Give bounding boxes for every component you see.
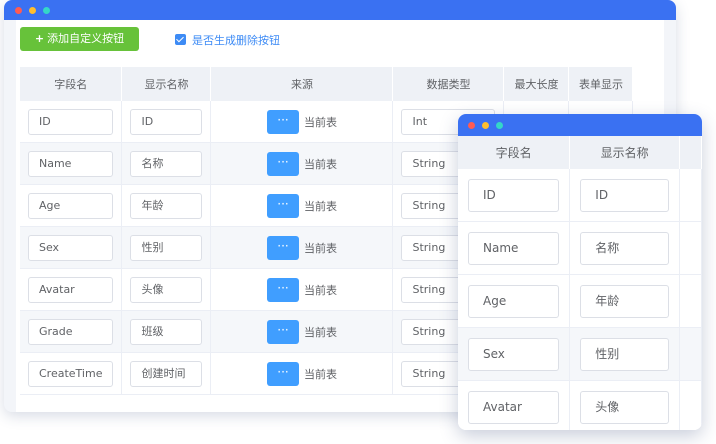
field-name-input[interactable]: Sex bbox=[28, 234, 114, 261]
data-type-value: String bbox=[412, 282, 446, 296]
field-name-input[interactable]: ID bbox=[28, 108, 114, 135]
plus-icon: + bbox=[34, 32, 45, 45]
source-text: 当前表 bbox=[303, 157, 337, 171]
field-name-input[interactable]: ID bbox=[468, 178, 560, 212]
table-row: Name 名称 bbox=[458, 221, 702, 275]
data-type-value: String bbox=[412, 240, 446, 254]
add-custom-button[interactable]: + 添加自定义按钮 bbox=[20, 27, 139, 51]
table-row: ID ID bbox=[458, 169, 702, 222]
column-header-field-name: 字段名 bbox=[20, 67, 123, 101]
field-name-input[interactable]: Name bbox=[468, 231, 560, 265]
field-name-input[interactable]: Avatar bbox=[28, 276, 114, 303]
display-name-input[interactable]: 创建时间 bbox=[130, 360, 203, 387]
source-text: 当前表 bbox=[303, 241, 337, 255]
display-name-input[interactable]: 头像 bbox=[580, 390, 669, 424]
column-header-empty bbox=[679, 136, 702, 169]
column-header-source: 来源 bbox=[210, 67, 394, 101]
table-header-row: 字段名 显示名称 bbox=[458, 136, 702, 169]
column-header-max-length: 最大长度 bbox=[503, 67, 570, 101]
display-name-input[interactable]: 班级 bbox=[130, 318, 203, 345]
maximize-window-dot[interactable] bbox=[43, 7, 50, 14]
data-type-value: String bbox=[412, 366, 446, 380]
display-name-input[interactable]: 年龄 bbox=[580, 284, 669, 318]
display-name-input[interactable]: ID bbox=[130, 108, 203, 135]
field-name-input[interactable]: Age bbox=[28, 192, 114, 219]
field-name-input[interactable]: Age bbox=[468, 284, 560, 318]
display-name-input[interactable]: 头像 bbox=[130, 276, 203, 303]
data-type-value: String bbox=[412, 156, 446, 170]
minimize-window-dot[interactable] bbox=[29, 7, 36, 14]
data-type-value: String bbox=[412, 198, 446, 212]
table-row: Avatar 头像 bbox=[458, 380, 702, 430]
source-text: 当前表 bbox=[303, 115, 337, 129]
minimize-window-dot[interactable] bbox=[482, 122, 489, 129]
field-name-input[interactable]: Sex bbox=[468, 337, 560, 371]
source-more-button[interactable]: ··· bbox=[266, 109, 299, 134]
field-name-input[interactable]: Avatar bbox=[468, 390, 560, 424]
column-header-display-name: 显示名称 bbox=[569, 136, 680, 169]
maximize-window-dot[interactable] bbox=[496, 122, 503, 129]
table-row: Age 年龄 bbox=[458, 274, 702, 328]
field-name-input[interactable]: CreateTime bbox=[28, 360, 114, 387]
zoom-panel-window: 字段名 显示名称 ID ID Name 名称 Age 年龄 Sex 性别 Ava… bbox=[458, 114, 702, 430]
close-window-dot[interactable] bbox=[15, 7, 22, 14]
source-more-button[interactable]: ··· bbox=[266, 277, 299, 302]
generate-delete-label[interactable]: 是否生成删除按钮 bbox=[192, 32, 280, 48]
source-more-button[interactable]: ··· bbox=[266, 151, 299, 176]
source-text: 当前表 bbox=[303, 325, 337, 339]
source-text: 当前表 bbox=[303, 199, 337, 213]
data-type-value: Int bbox=[412, 114, 428, 128]
display-name-input[interactable]: ID bbox=[580, 178, 669, 212]
table-header-row: 字段名 显示名称 来源 数据类型 最大长度 表单显示 bbox=[20, 67, 634, 101]
source-more-button[interactable]: ··· bbox=[266, 319, 299, 344]
column-header-field-name: 字段名 bbox=[458, 136, 571, 169]
source-more-button[interactable]: ··· bbox=[266, 235, 299, 260]
table-row: Sex 性别 bbox=[458, 327, 702, 381]
display-name-input[interactable]: 名称 bbox=[580, 231, 669, 265]
data-type-value: String bbox=[412, 324, 446, 338]
display-name-input[interactable]: 年龄 bbox=[130, 192, 203, 219]
column-header-data-type: 数据类型 bbox=[392, 67, 505, 101]
source-more-button[interactable]: ··· bbox=[266, 193, 299, 218]
zoom-field-table: 字段名 显示名称 ID ID Name 名称 Age 年龄 Sex 性别 Ava… bbox=[458, 136, 702, 430]
close-window-dot[interactable] bbox=[468, 122, 475, 129]
display-name-input[interactable]: 名称 bbox=[130, 150, 203, 177]
column-header-form-display: 表单显示 bbox=[568, 67, 634, 101]
field-name-input[interactable]: Name bbox=[28, 150, 114, 177]
add-custom-button-label: 添加自定义按钮 bbox=[47, 32, 125, 45]
field-name-input[interactable]: Grade bbox=[28, 318, 114, 345]
window-titlebar bbox=[4, 0, 676, 20]
display-name-input[interactable]: 性别 bbox=[130, 234, 203, 261]
display-name-input[interactable]: 性别 bbox=[580, 337, 669, 371]
zoom-panel-titlebar bbox=[458, 114, 702, 136]
source-text: 当前表 bbox=[303, 367, 337, 381]
source-text: 当前表 bbox=[303, 283, 337, 297]
column-header-display-name: 显示名称 bbox=[121, 67, 212, 101]
source-more-button[interactable]: ··· bbox=[266, 361, 299, 386]
generate-delete-checkbox[interactable] bbox=[175, 34, 186, 45]
